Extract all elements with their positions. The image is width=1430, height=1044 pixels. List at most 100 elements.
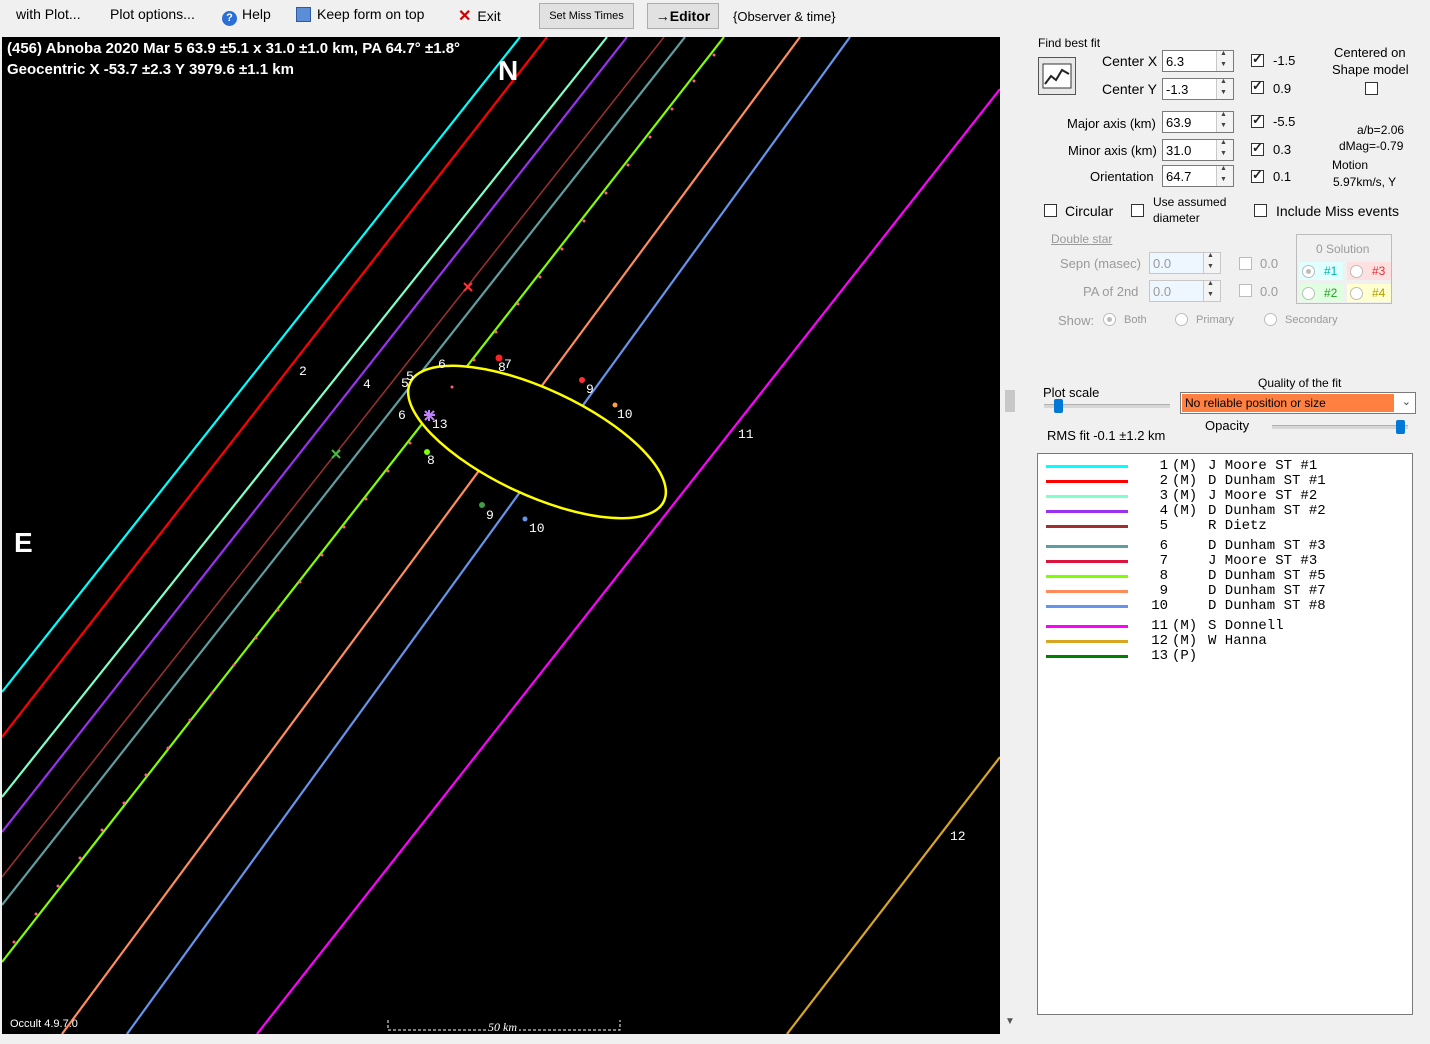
solution-4-radio[interactable]	[1350, 287, 1363, 300]
sepn-extra: 0.0	[1260, 256, 1279, 271]
spinner-arrows-icon[interactable]	[1216, 78, 1233, 99]
opacity-slider[interactable]	[1396, 420, 1405, 434]
observer-legend[interactable]: 1 (M) J Moore ST #1 2 (M) D Dunham ST #1 3 (M…	[1037, 453, 1413, 1015]
center-x-checkbox[interactable]	[1251, 51, 1264, 67]
scrollbar-thumb[interactable]	[1005, 390, 1015, 412]
legend-swatch	[1046, 605, 1128, 608]
center-y-checkbox[interactable]	[1251, 78, 1264, 94]
spinner-arrows-icon[interactable]	[1216, 165, 1233, 186]
chord-label: 9	[586, 382, 594, 397]
major-axis-checkbox[interactable]	[1251, 112, 1264, 128]
show-primary-label: Primary	[1196, 314, 1234, 326]
minor-axis-input[interactable]: 31.0	[1162, 139, 1234, 161]
spinner-arrows-icon[interactable]	[1216, 139, 1233, 160]
show-secondary-radio[interactable]	[1264, 313, 1277, 326]
solution-2-radio[interactable]	[1302, 287, 1315, 300]
menu-with-plot[interactable]: with Plot...	[16, 6, 81, 22]
center-x-input[interactable]: 6.3	[1162, 50, 1234, 72]
find-best-fit-button[interactable]	[1038, 57, 1076, 95]
opacity-track[interactable]	[1272, 425, 1408, 429]
sepn-checkbox[interactable]	[1239, 257, 1252, 270]
ab-ratio: a/b=2.06	[1357, 123, 1405, 137]
pa2-label: PA of 2nd	[1083, 284, 1139, 299]
legend-num: 9	[1159, 583, 1168, 599]
menu-plot-options[interactable]: Plot options...	[110, 6, 195, 22]
menu-keep-on-top[interactable]: Keep form on top	[296, 6, 424, 22]
find-best-fit-label: Find best fit	[1038, 36, 1101, 50]
pa2-input[interactable]: 0.0	[1149, 280, 1221, 302]
include-miss-label: Include Miss events	[1276, 203, 1399, 219]
plot-scale-slider[interactable]	[1054, 399, 1063, 413]
double-star-label: Double star	[1051, 232, 1113, 246]
legend-flag: (M)	[1172, 503, 1198, 519]
menu-help[interactable]: ? Help	[222, 6, 271, 26]
show-both-label: Both	[1124, 314, 1147, 326]
legend-swatch	[1046, 640, 1128, 643]
legend-observer: D Dunham ST #1	[1208, 473, 1326, 489]
minor-axis-checkbox[interactable]	[1251, 140, 1264, 156]
menu-bar: with Plot... Plot options... ? Help Keep …	[0, 0, 1000, 34]
use-assumed-label-2: diameter	[1153, 211, 1200, 225]
shape-model-label: Shape model	[1332, 62, 1409, 77]
spinner-arrows-icon[interactable]	[1216, 50, 1233, 71]
show-primary-radio[interactable]	[1175, 313, 1188, 326]
plot-scale-label: Plot scale	[1043, 385, 1100, 400]
plot-title-line1: (456) Abnoba 2020 Mar 5 63.9 ±5.1 x 31.0…	[7, 40, 461, 57]
legend-num: 3	[1159, 488, 1168, 504]
chart-fit-icon	[1042, 63, 1072, 89]
vertical-scrollbar[interactable]: ▼	[1002, 34, 1018, 1040]
set-miss-times-button[interactable]: Set Miss Times	[539, 3, 634, 29]
asteroid-fit-ellipse	[406, 364, 668, 520]
sepn-label: Sepn (masec)	[1060, 256, 1141, 271]
legend-num: 4	[1159, 503, 1168, 519]
legend-observer: J Moore ST #3	[1208, 553, 1318, 569]
pa2-checkbox[interactable]	[1239, 284, 1252, 297]
center-y-input[interactable]: -1.3	[1162, 78, 1234, 100]
minor-axis-label: Minor axis (km)	[1068, 143, 1157, 158]
quality-label: Quality of the fit	[1258, 376, 1342, 390]
spinner-arrows-icon[interactable]	[1216, 111, 1233, 132]
legend-num: 6	[1159, 538, 1168, 554]
chevron-down-icon[interactable]: ▼	[1005, 1016, 1015, 1027]
legend-swatch	[1046, 480, 1128, 483]
solution-3-radio[interactable]	[1350, 265, 1363, 278]
center-x-label: Center X	[1102, 53, 1158, 69]
pin-icon	[296, 7, 311, 22]
chord-label: 10	[529, 521, 545, 536]
use-assumed-label: Use assumed	[1153, 195, 1227, 209]
chevron-down-icon: ⌄	[1401, 396, 1411, 408]
circular-checkbox[interactable]	[1044, 204, 1057, 217]
legend-swatch	[1046, 655, 1128, 658]
menu-exit[interactable]: ✕ Exit	[458, 6, 501, 26]
menu-observer-time[interactable]: {Observer & time}	[733, 9, 836, 24]
legend-num: 5	[1159, 518, 1168, 534]
legend-num: 7	[1159, 553, 1168, 569]
orientation-checkbox[interactable]	[1251, 167, 1264, 183]
major-axis-input[interactable]: 63.9	[1162, 111, 1234, 133]
include-miss-checkbox[interactable]	[1254, 204, 1267, 217]
spinner-arrows-icon[interactable]	[1203, 252, 1220, 273]
solution-1-label: #1	[1324, 264, 1338, 278]
plot-title-line2: Geocentric X -53.7 ±2.3 Y 3979.6 ±1.1 km	[7, 61, 294, 78]
east-label: E	[14, 527, 33, 558]
solution-1-radio[interactable]	[1302, 265, 1315, 278]
shape-model-checkbox[interactable]	[1365, 82, 1378, 95]
use-assumed-checkbox[interactable]	[1131, 204, 1144, 217]
keep-on-top-label: Keep form on top	[317, 6, 425, 22]
sepn-input[interactable]: 0.0	[1149, 252, 1221, 274]
minor-axis-value: 31.0	[1166, 143, 1192, 158]
legend-observer: D Dunham ST #7	[1208, 583, 1326, 599]
occultation-plot[interactable]: (456) Abnoba 2020 Mar 5 63.9 ±5.1 x 31.0…	[2, 37, 1000, 1034]
orientation-input[interactable]: 64.7	[1162, 165, 1234, 187]
quality-select[interactable]: No reliable position or size ⌄	[1180, 392, 1416, 414]
legend-observer: J Moore ST #1	[1208, 458, 1318, 474]
show-both-radio[interactable]	[1103, 313, 1116, 326]
legend-flag: (M)	[1172, 488, 1198, 504]
major-axis-delta: -5.5	[1273, 114, 1296, 129]
legend-swatch	[1046, 560, 1128, 563]
spinner-arrows-icon[interactable]	[1203, 280, 1220, 301]
legend-flag: (P)	[1172, 648, 1198, 664]
editor-button[interactable]: →Editor	[647, 3, 719, 29]
solution-group: 0 Solution #1 #3 #2 #4	[1296, 234, 1392, 304]
legend-observer: D Dunham ST #5	[1208, 568, 1326, 584]
